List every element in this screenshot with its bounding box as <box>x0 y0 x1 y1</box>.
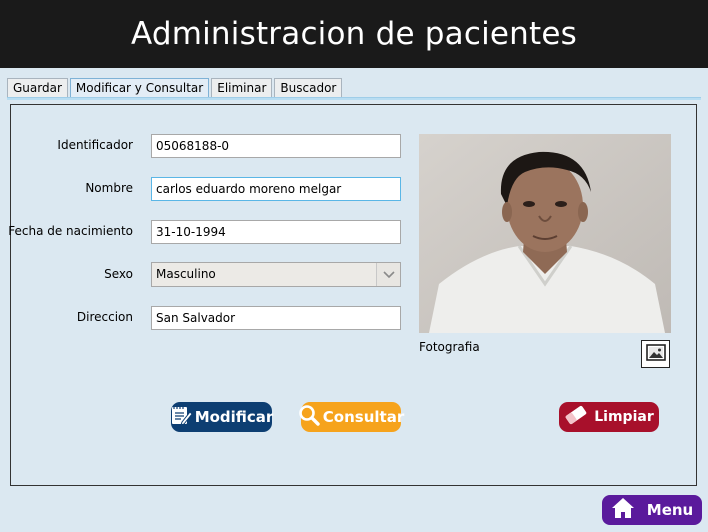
edit-notepad-icon <box>170 404 195 430</box>
fecha-nacimiento-field[interactable] <box>151 220 401 244</box>
limpiar-button[interactable]: Limpiar <box>559 402 659 432</box>
tab-underline <box>7 97 701 100</box>
nombre-label: Nombre <box>85 181 133 195</box>
photo-caption: Fotografia <box>419 340 480 354</box>
chevron-down-icon[interactable] <box>376 263 400 286</box>
home-icon <box>611 497 647 523</box>
choose-photo-button[interactable] <box>641 340 670 368</box>
menu-label: Menu <box>646 501 694 519</box>
tab-modificar-consultar[interactable]: Modificar y Consultar <box>69 78 210 98</box>
fecha-nacimiento-label: Fecha de nacimiento <box>8 224 133 238</box>
identificador-label: Identificador <box>57 138 133 152</box>
limpiar-label: Limpiar <box>594 409 654 425</box>
page-title: Administracion de pacientes <box>130 16 577 52</box>
title-bar: Administracion de pacientes <box>0 0 708 68</box>
eraser-icon <box>564 404 594 430</box>
menu-button[interactable]: Menu <box>602 495 702 525</box>
nombre-field[interactable] <box>151 177 401 201</box>
magnifier-icon <box>298 404 323 430</box>
modificar-button[interactable]: Modificar <box>170 402 274 432</box>
tab-eliminar[interactable]: Eliminar <box>211 78 273 98</box>
patient-photo <box>419 134 671 333</box>
modificar-label: Modificar <box>194 408 274 426</box>
image-icon <box>645 344 666 364</box>
sexo-select[interactable]: Masculino <box>151 262 401 287</box>
direccion-field[interactable] <box>151 306 401 330</box>
sexo-select-value: Masculino <box>156 267 216 281</box>
direccion-label: Direccion <box>76 310 133 324</box>
sexo-label: Sexo <box>104 267 133 281</box>
consultar-button[interactable]: Consultar <box>298 402 405 432</box>
identificador-field[interactable] <box>151 134 401 158</box>
tab-guardar[interactable]: Guardar <box>7 78 68 98</box>
tab-buscador[interactable]: Buscador <box>274 78 343 98</box>
tab-strip: Guardar Modificar y Consultar Eliminar B… <box>7 78 344 98</box>
consultar-label: Consultar <box>322 408 405 426</box>
